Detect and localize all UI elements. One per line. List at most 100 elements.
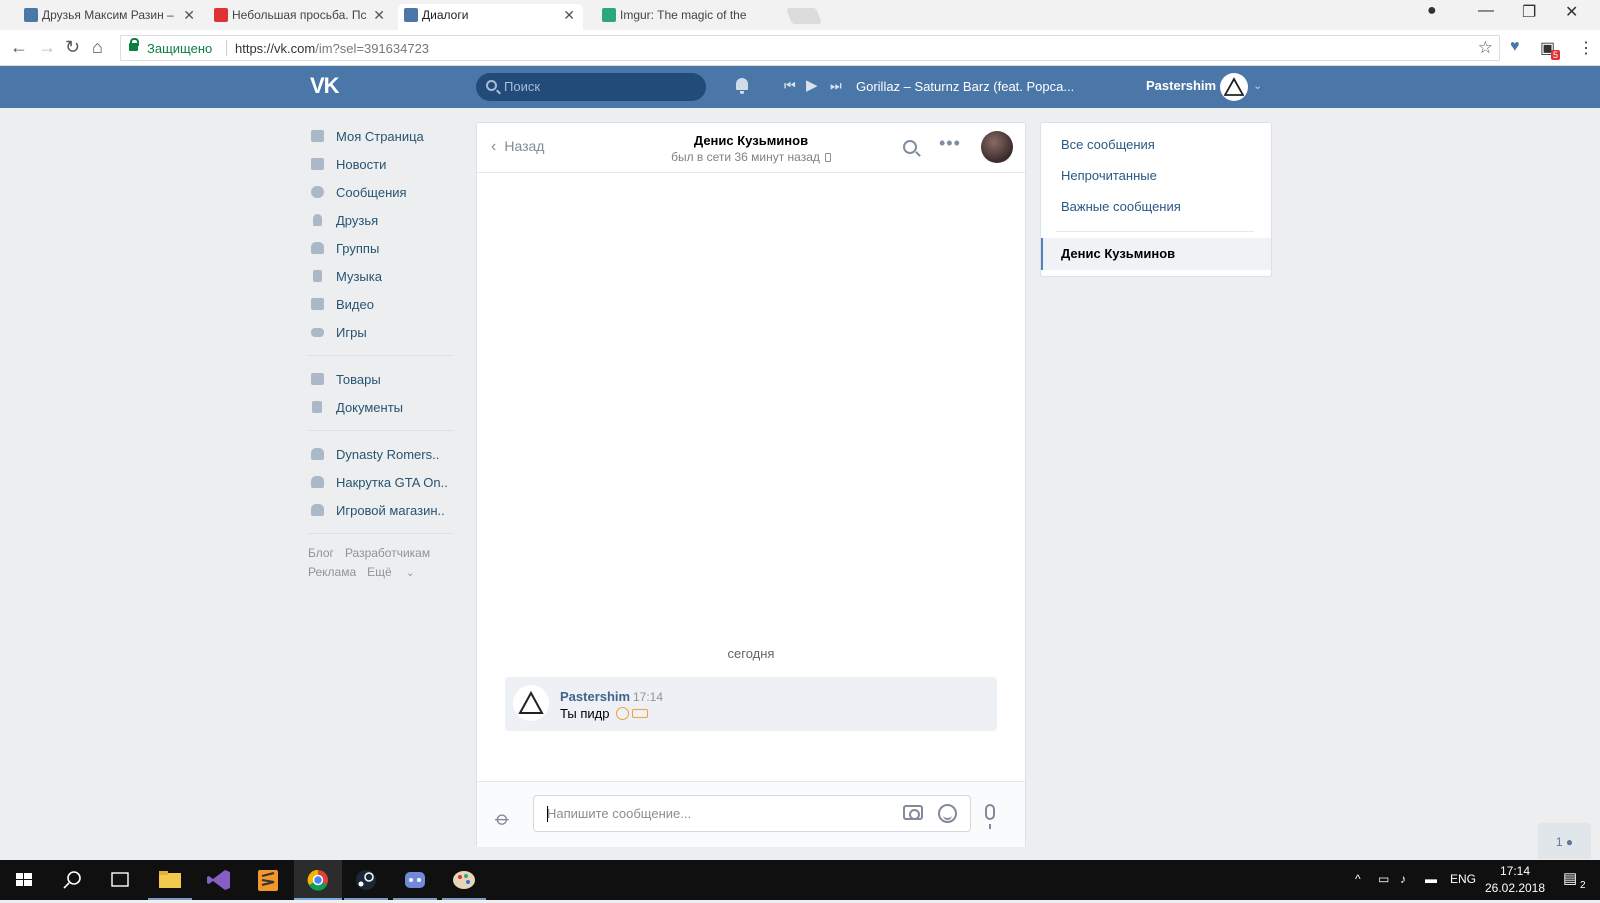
emoji-smile-icon[interactable] [938,804,957,823]
battery-icon[interactable]: ▬ [1425,872,1437,886]
sidebar-item-goods[interactable]: Товары [308,365,460,393]
show-hidden-icons-chevron-icon[interactable]: ^ [1355,872,1361,886]
filter-unread[interactable]: Непрочитанные [1061,168,1157,183]
minimize-icon[interactable]: — [1478,2,1494,20]
taskbar-sublime[interactable] [244,860,292,900]
sidebar-item-groups[interactable]: Группы [308,234,460,262]
taskbar-steam[interactable] [342,860,390,900]
extension-heart-icon[interactable]: ♥ [1510,38,1520,56]
vk-favicon-icon [24,8,38,22]
person-icon: ● [1565,835,1574,849]
browser-tab-request[interactable]: Небольшая просьба. Пс ✕ [208,4,393,30]
sidebar-item-my-page[interactable]: Моя Страница [308,122,460,150]
camera-icon[interactable] [903,805,923,820]
chat-search-icon[interactable] [903,140,917,154]
filter-important[interactable]: Важные сообщения [1061,199,1181,214]
sidebar-item-news[interactable]: Новости [308,150,460,178]
previous-track-icon[interactable]: ⏮ [784,78,796,94]
sidebar-item-games[interactable]: Игры [308,318,460,346]
next-track-icon[interactable]: ⏭ [830,78,842,94]
sidebar-item-music[interactable]: Музыка [308,262,460,290]
search-input[interactable]: Поиск [476,73,706,101]
url-path: /im?sel=391634723 [315,41,430,56]
message-time[interactable]: 17:14 [633,690,663,704]
message-author[interactable]: Pastershim [560,689,630,704]
language-indicator[interactable]: ENG [1450,872,1476,886]
url-text[interactable]: https://vk.com/im?sel=391634723 [235,41,429,56]
new-tab-button[interactable] [786,8,822,24]
sidebar-item-friends[interactable]: Друзья [308,206,460,234]
footer-link-blog[interactable]: Блог [308,546,334,560]
tab-close-icon[interactable]: ✕ [183,4,195,26]
bookmark-star-icon[interactable]: ☆ [1478,38,1493,58]
contact-avatar[interactable] [981,131,1013,163]
clock-time: 17:14 [1499,864,1531,878]
taskbar-clock[interactable]: 17:14 26.02.2018 [1480,863,1550,897]
browser-tab-dialogs[interactable]: Диалоги ✕ [398,4,583,30]
taskbar-visual-studio[interactable] [195,860,243,900]
taskbar-discord[interactable] [391,860,439,900]
chevron-down-icon[interactable]: ⌄ [1253,79,1262,92]
secure-label: Защищено [147,41,213,56]
footer-link-ads[interactable]: Реклама [308,565,356,579]
home-icon[interactable]: ⌂ [92,37,103,58]
attach-paperclip-icon[interactable]: ⌀ [490,805,516,831]
message-text-content: Ты пидр [560,706,610,721]
start-button[interactable] [0,860,48,900]
more-options-icon[interactable]: ••• [939,133,961,154]
taskbar-file-explorer[interactable] [146,860,194,900]
message-item[interactable]: Pastershim 17:14 Ты пидр [505,677,997,731]
message-input[interactable]: Напишите сообщение... [533,795,971,832]
footer-link-developers[interactable]: Разработчикам [345,546,430,560]
volume-icon[interactable]: ♪ [1400,872,1406,886]
close-window-icon[interactable]: ✕ [1565,2,1578,22]
sidebar-item-label: Новости [336,156,387,172]
notifications-bell-icon[interactable] [734,76,750,94]
sidebar-group-link[interactable]: Игровой магазин.. [308,496,460,524]
filter-all-messages[interactable]: Все сообщения [1061,137,1155,152]
network-icon[interactable]: ▭ [1378,872,1389,886]
forward-arrow-icon[interactable]: → [38,37,56,58]
lock-icon [129,38,139,51]
address-bar[interactable]: Защищено https://vk.com/im?sel=391634723… [120,35,1500,61]
active-dialog-item[interactable]: Денис Кузьминов [1041,238,1271,270]
sidebar-item-label: Видео [336,296,374,312]
task-view-button[interactable] [96,860,144,900]
sidebar-group-link[interactable]: Dynasty Romers.. [308,440,460,468]
taskbar-chrome[interactable] [294,860,342,900]
header-username[interactable]: Pastershim [1146,78,1216,93]
vk-messages-favicon-icon [404,8,418,22]
action-center-icon[interactable]: ▤ [1563,869,1577,887]
message-author-avatar[interactable] [513,685,549,721]
steam-icon [356,870,376,890]
games-icon [308,325,326,339]
user-avatar[interactable] [1220,73,1248,101]
mobile-phone-icon [824,153,831,162]
sidebar-item-messages[interactable]: Сообщения [308,178,460,206]
taskbar-paint[interactable] [440,860,488,900]
back-arrow-icon[interactable]: ← [10,37,28,58]
reload-icon[interactable]: ↻ [65,37,80,58]
microphone-icon[interactable] [985,804,995,829]
tab-close-icon[interactable]: ✕ [373,4,385,26]
search-placeholder: Поиск [504,79,541,94]
profile-icon[interactable]: ● [1427,2,1437,20]
browser-tab-strip: Друзья Максим Разин – ✕ Небольшая просьб… [0,0,1600,30]
vk-logo[interactable]: VK [310,73,340,99]
browser-tab-friends[interactable]: Друзья Максим Разин – ✕ [18,4,203,30]
browser-tab-imgur[interactable]: Imgur: The magic of the [596,4,781,30]
chat-float-button[interactable]: 1 ● [1538,823,1591,859]
tab-close-icon[interactable]: ✕ [563,4,575,26]
sidebar-item-documents[interactable]: Документы [308,393,460,421]
sidebar-item-label: Dynasty Romers.. [336,446,440,462]
footer-link-more[interactable]: Ещё ⌄ [367,565,425,579]
restore-icon[interactable]: ❐ [1522,2,1536,22]
taskbar-search-button[interactable] [48,860,96,900]
sidebar-item-video[interactable]: Видео [308,290,460,318]
menu-icon[interactable]: ⋮ [1578,38,1594,58]
now-playing-track[interactable]: Gorillaz – Saturnz Barz (feat. Popca... [856,79,1074,94]
sidebar-group-link[interactable]: Накрутка GTA On.. [308,468,460,496]
sidebar-divider [308,533,454,534]
play-icon[interactable]: ▶ [806,76,818,94]
groups-icon [308,241,326,255]
